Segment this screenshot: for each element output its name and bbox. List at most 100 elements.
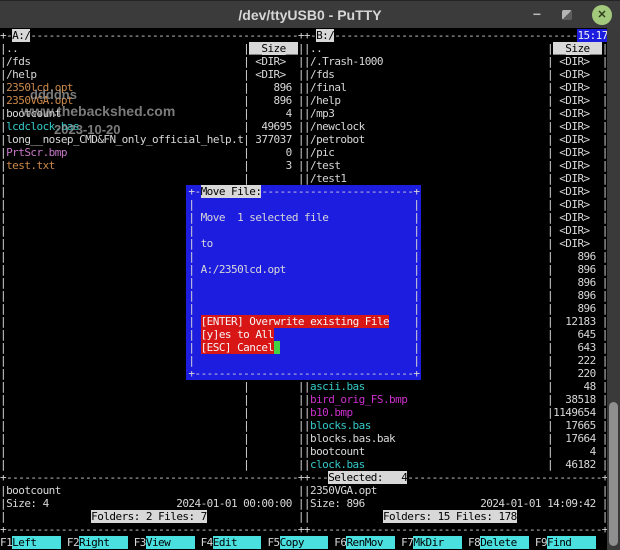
close-button[interactable]: ✕ <box>592 5 612 25</box>
pane-border: | <box>0 172 6 185</box>
fkey-key-F6[interactable]: F6 <box>334 536 346 549</box>
file-name[interactable]: /fds <box>310 68 334 81</box>
file-size: 896 <box>577 250 595 263</box>
fkey-key-F5[interactable]: F5 <box>267 536 279 549</box>
pane-border: ++ <box>298 29 310 42</box>
file-name[interactable]: test.txt <box>6 159 55 172</box>
file-size: 1149654 <box>553 406 596 419</box>
pane-border: | <box>243 419 249 432</box>
dialog-border: | <box>413 276 419 289</box>
file-size: 3 <box>286 159 292 172</box>
dialog-border: | <box>413 328 419 341</box>
file-size: 377037 <box>255 133 292 146</box>
pane-border: || <box>298 107 310 120</box>
pane-border: | <box>547 458 553 471</box>
file-size: 645 <box>577 328 595 341</box>
pane-border: | <box>0 302 6 315</box>
pane-border: | <box>243 432 249 445</box>
fkey-label-F4[interactable]: Edit <box>213 536 262 549</box>
pane-border: | <box>0 198 6 211</box>
file-name[interactable]: /final <box>310 81 347 94</box>
fkey-key-F9[interactable]: F9 <box>535 536 547 549</box>
dialog-border: +- <box>188 185 200 198</box>
file-size: 896 <box>577 276 595 289</box>
file-name[interactable]: clock.bas <box>310 458 365 471</box>
fkey-label-F8[interactable]: Delete <box>480 536 529 549</box>
fkey-key-F2[interactable]: F2 <box>67 536 79 549</box>
file-name[interactable]: /.Trash-1000 <box>310 55 383 68</box>
dialog-action-cancel[interactable]: [ESC] Cancel <box>201 341 274 354</box>
fkey-key-F8[interactable]: F8 <box>468 536 480 549</box>
dialog-border: | <box>413 315 419 328</box>
file-size: 896 <box>274 81 292 94</box>
file-name[interactable]: /help <box>310 94 340 107</box>
file-size: <DIR> <box>559 81 589 94</box>
file-size: <DIR> <box>559 224 589 237</box>
pane-border: ----------------------------------------… <box>310 523 602 536</box>
file-name[interactable]: bird_orig_FS.bmp <box>310 393 407 406</box>
pane-border: | <box>547 185 553 198</box>
pane-border: | <box>547 393 553 406</box>
fkey-key-F1[interactable]: F1 <box>0 536 12 549</box>
file-name[interactable]: ascii.bas <box>310 380 365 393</box>
file-name[interactable]: /test <box>310 159 340 172</box>
fkey-label-F9[interactable]: Find <box>547 536 596 549</box>
pane-border: | <box>0 185 6 198</box>
fkey-label-F3[interactable]: View <box>146 536 195 549</box>
pane-border: | <box>547 419 553 432</box>
dialog-action-yes-all[interactable]: [y]es to All <box>201 328 274 341</box>
pane-border: | <box>547 198 553 211</box>
file-name[interactable]: /help <box>6 68 36 81</box>
window-title: /dev/ttyUSB0 - PuTTY <box>238 7 381 23</box>
file-name[interactable]: /mp3 <box>310 107 334 120</box>
fkey-label-F1[interactable]: Left <box>12 536 61 549</box>
file-size: 222 <box>577 354 595 367</box>
file-name[interactable]: /petrobot <box>310 133 365 146</box>
dialog-border: | <box>413 341 419 354</box>
pane-border: | <box>547 172 553 185</box>
dialog-border: | <box>413 289 419 302</box>
fkey-key-F4[interactable]: F4 <box>201 536 213 549</box>
watermark-line: 2023-10-20 <box>54 122 121 137</box>
fkey-key-F7[interactable]: F7 <box>401 536 413 549</box>
file-size: 38518 <box>565 393 595 406</box>
fkey-label-F7[interactable]: MkDir <box>413 536 462 549</box>
file-name[interactable]: bootcount <box>310 445 365 458</box>
file-name[interactable]: /newclock <box>310 120 365 133</box>
dialog-action-overwrite[interactable]: [ENTER] Overwrite existing File <box>201 315 390 328</box>
pane-border: | <box>0 341 6 354</box>
file-name[interactable]: blocks.bas.bak <box>310 432 395 445</box>
status-summary: Folders: 2 Files: 7 <box>91 510 207 523</box>
pane-border: | <box>547 159 553 172</box>
file-name[interactable]: blocks.bas <box>310 419 371 432</box>
fkey-label-F6[interactable]: RenMov <box>346 536 395 549</box>
file-size: <DIR> <box>255 55 285 68</box>
dialog-border: + <box>413 367 419 380</box>
pane-border: --- <box>310 471 328 484</box>
size-column-header: __Size__ <box>249 42 298 55</box>
file-name[interactable]: long__nosep_CMD&FN_only_official_help.t <box>6 133 243 146</box>
pane-drive-label: A:/ <box>12 29 30 42</box>
window-titlebar[interactable]: /dev/ttyUSB0 - PuTTY − ✕ <box>0 0 620 28</box>
dialog-border: | <box>188 263 194 276</box>
fkey-label-F2[interactable]: Right <box>79 536 128 549</box>
maximize-button[interactable] <box>562 10 572 20</box>
file-size: <DIR> <box>559 120 589 133</box>
watermark-line: ddddns <box>30 87 77 102</box>
fkey-key-F3[interactable]: F3 <box>134 536 146 549</box>
file-name[interactable]: /test1 <box>310 172 347 185</box>
fkey-label-F5[interactable]: Copy <box>280 536 329 549</box>
file-name[interactable]: .. <box>6 42 18 55</box>
file-name[interactable]: PrtScr.bmp <box>6 146 67 159</box>
status-size: Size: 4 <box>6 497 49 510</box>
file-name[interactable]: /fds <box>6 55 30 68</box>
pane-border: | <box>243 94 249 107</box>
file-name[interactable]: .. <box>310 42 322 55</box>
dialog-message: to <box>201 237 213 250</box>
file-size: 17664 <box>565 432 595 445</box>
minimize-button[interactable]: − <box>529 4 545 24</box>
scrollbar-thumb[interactable] <box>609 402 618 546</box>
file-name[interactable]: b10.bmp <box>310 406 353 419</box>
file-name[interactable]: /pic <box>310 146 334 159</box>
pane-border: || <box>298 146 310 159</box>
